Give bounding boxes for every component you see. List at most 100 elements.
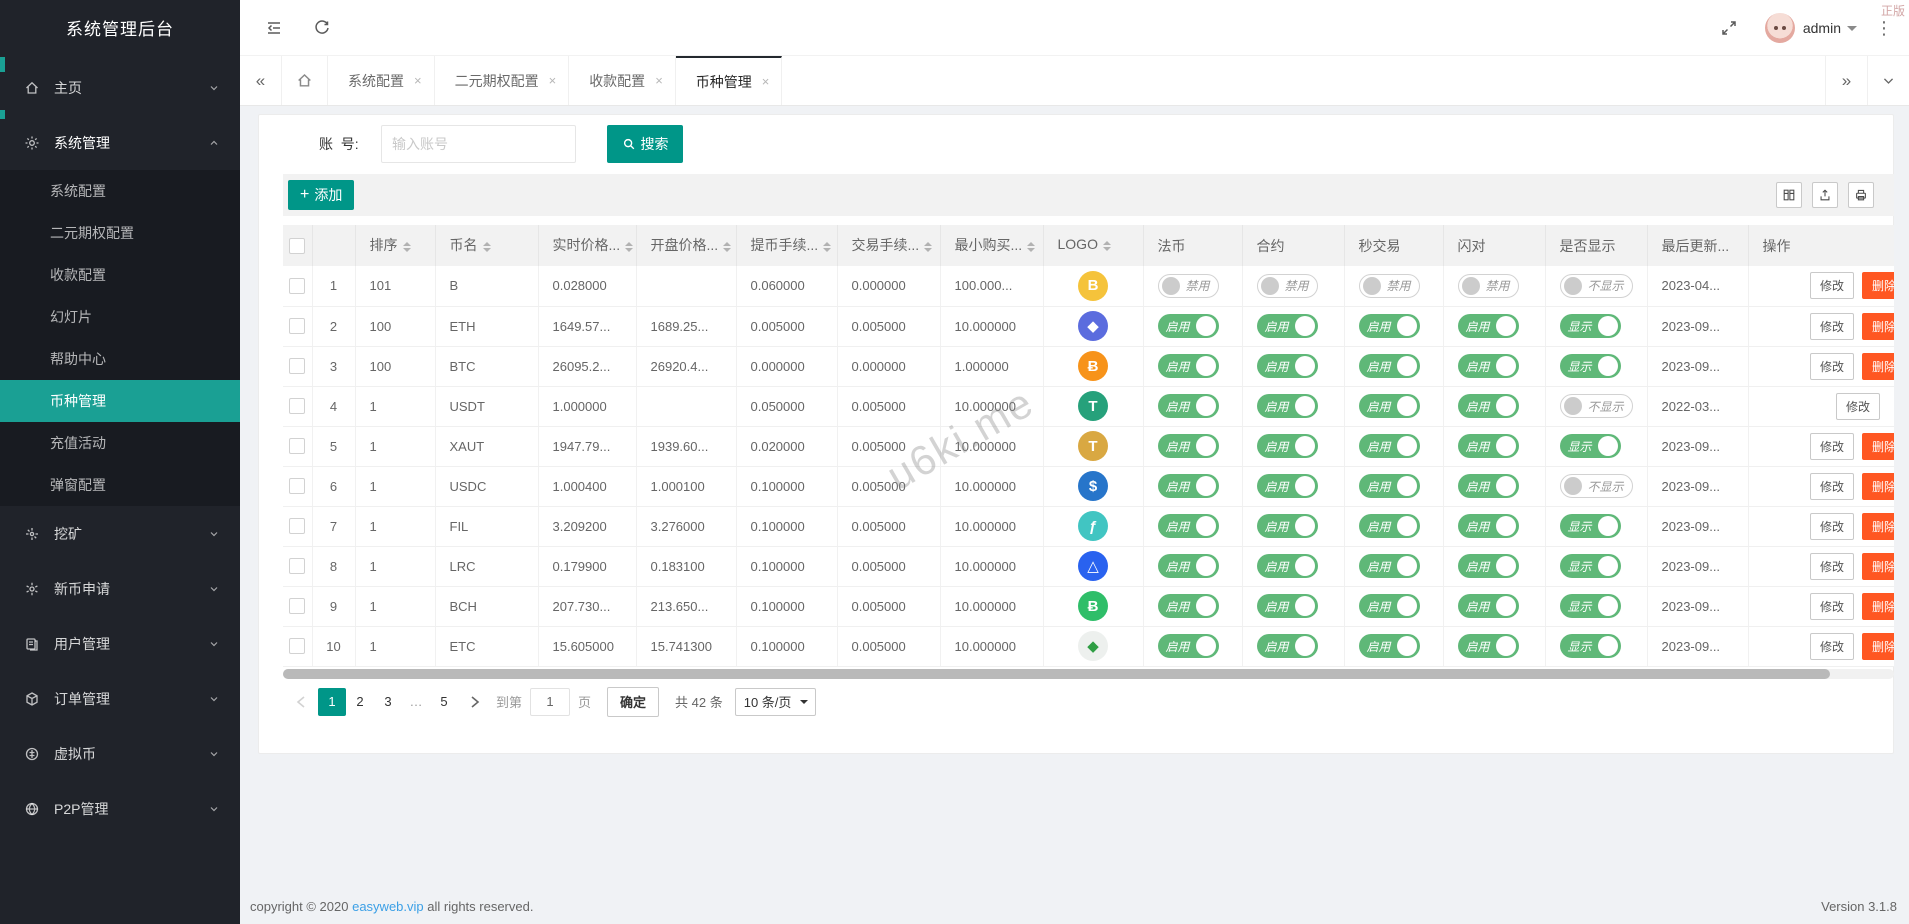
- toggle-contract[interactable]: 启用: [1256, 634, 1318, 658]
- toggle-fiat[interactable]: 启用: [1157, 394, 1219, 418]
- sort-icon[interactable]: [482, 238, 491, 256]
- goto-page-input[interactable]: [530, 687, 571, 716]
- next-page-button[interactable]: [462, 688, 488, 716]
- tab-home[interactable]: [282, 56, 328, 105]
- sort-icon[interactable]: [924, 238, 933, 256]
- toggle-flash-exchange[interactable]: 禁用: [1457, 273, 1519, 298]
- tab-binary-option-config[interactable]: 二元期权配置 ×: [435, 56, 570, 105]
- sort-icon[interactable]: [823, 238, 832, 256]
- sort-icon[interactable]: [402, 238, 411, 256]
- toggle-flash-exchange[interactable]: 启用: [1457, 474, 1519, 498]
- toggle-contract[interactable]: 启用: [1256, 354, 1318, 378]
- sidebar-item-system[interactable]: 系统管理: [0, 115, 240, 170]
- tabs-scroll-right-button[interactable]: »: [1825, 56, 1867, 105]
- page-button[interactable]: 2: [346, 688, 374, 716]
- toggle-visible[interactable]: 显示: [1559, 554, 1621, 578]
- confirm-button[interactable]: 确定: [607, 686, 660, 717]
- sidebar-item-p2p[interactable]: P2P管理: [0, 781, 240, 836]
- toggle-visible[interactable]: 显示: [1559, 354, 1621, 378]
- toggle-flash-exchange[interactable]: 启用: [1457, 354, 1519, 378]
- toggle-seconds-trade[interactable]: 启用: [1358, 594, 1420, 618]
- edit-button[interactable]: 修改: [1809, 312, 1854, 340]
- toggle-contract[interactable]: 启用: [1256, 554, 1318, 578]
- edit-button[interactable]: 修改: [1809, 512, 1854, 540]
- toggle-fiat[interactable]: 禁用: [1157, 273, 1219, 298]
- delete-button[interactable]: 删除: [1862, 472, 1894, 500]
- toggle-seconds-trade[interactable]: 启用: [1358, 354, 1420, 378]
- per-page-select[interactable]: 10 条/页: [734, 687, 817, 716]
- sidebar-subitem-binary-option-config[interactable]: 二元期权配置: [0, 212, 240, 254]
- page-button[interactable]: 3: [374, 688, 402, 716]
- page-button[interactable]: 1: [318, 687, 346, 716]
- toggle-contract[interactable]: 启用: [1256, 314, 1318, 338]
- delete-button[interactable]: 删除: [1862, 312, 1894, 340]
- sort-icon[interactable]: [1027, 238, 1036, 256]
- kebab-menu-icon[interactable]: ⋮: [1875, 19, 1893, 37]
- delete-button[interactable]: 删除: [1862, 432, 1894, 460]
- close-icon[interactable]: ×: [549, 73, 557, 88]
- refresh-icon[interactable]: [312, 18, 332, 38]
- sidebar-item-users[interactable]: 用户管理: [0, 616, 240, 671]
- prev-page-button[interactable]: [288, 688, 314, 716]
- collapse-menu-icon[interactable]: [264, 18, 284, 38]
- toggle-contract[interactable]: 启用: [1256, 514, 1318, 538]
- delete-button[interactable]: 删除: [1862, 632, 1894, 660]
- toggle-flash-exchange[interactable]: 启用: [1457, 434, 1519, 458]
- sidebar-item-orders[interactable]: 订单管理: [0, 671, 240, 726]
- row-checkbox[interactable]: [289, 518, 306, 535]
- toggle-contract[interactable]: 禁用: [1256, 273, 1318, 298]
- scrollbar-thumb[interactable]: [283, 668, 1830, 679]
- edit-button[interactable]: 修改: [1835, 392, 1880, 420]
- sort-icon[interactable]: [625, 238, 634, 256]
- row-checkbox[interactable]: [289, 638, 306, 655]
- toggle-seconds-trade[interactable]: 启用: [1358, 514, 1420, 538]
- sidebar-subitem-coin-management[interactable]: 币种管理: [0, 380, 240, 422]
- row-checkbox[interactable]: [289, 598, 306, 615]
- row-checkbox[interactable]: [289, 278, 306, 295]
- sort-icon[interactable]: [723, 238, 732, 256]
- row-checkbox[interactable]: [289, 318, 306, 335]
- toggle-seconds-trade[interactable]: 启用: [1358, 434, 1420, 458]
- edit-button[interactable]: 修改: [1809, 272, 1854, 300]
- edit-button[interactable]: 修改: [1809, 552, 1854, 580]
- toggle-contract[interactable]: 启用: [1256, 394, 1318, 418]
- toggle-flash-exchange[interactable]: 启用: [1457, 554, 1519, 578]
- toggle-fiat[interactable]: 启用: [1157, 594, 1219, 618]
- toggle-contract[interactable]: 启用: [1256, 594, 1318, 618]
- sidebar-subitem-slides[interactable]: 幻灯片: [0, 296, 240, 338]
- sidebar-item-virtual-coin[interactable]: 虚拟币: [0, 726, 240, 781]
- user-menu[interactable]: admin: [1803, 20, 1841, 36]
- toggle-seconds-trade[interactable]: 启用: [1358, 474, 1420, 498]
- toggle-flash-exchange[interactable]: 启用: [1457, 394, 1519, 418]
- columns-filter-button[interactable]: [1776, 182, 1802, 208]
- delete-button[interactable]: 删除: [1862, 272, 1894, 300]
- edit-button[interactable]: 修改: [1809, 472, 1854, 500]
- row-checkbox[interactable]: [289, 558, 306, 575]
- toggle-visible[interactable]: 显示: [1559, 514, 1621, 538]
- close-icon[interactable]: ×: [762, 74, 770, 89]
- export-button[interactable]: [1812, 182, 1838, 208]
- tab-system-config[interactable]: 系统配置 ×: [328, 56, 435, 105]
- horizontal-scrollbar[interactable]: [283, 668, 1894, 679]
- delete-button[interactable]: 删除: [1862, 352, 1894, 380]
- toggle-fiat[interactable]: 启用: [1157, 634, 1219, 658]
- toggle-fiat[interactable]: 启用: [1157, 474, 1219, 498]
- toggle-flash-exchange[interactable]: 启用: [1457, 594, 1519, 618]
- toggle-visible[interactable]: 显示: [1559, 434, 1621, 458]
- sidebar-subitem-help-center[interactable]: 帮助中心: [0, 338, 240, 380]
- edit-button[interactable]: 修改: [1809, 632, 1854, 660]
- sidebar-item-new-coin[interactable]: 新币申请: [0, 561, 240, 616]
- avatar[interactable]: [1764, 12, 1795, 43]
- fullscreen-icon[interactable]: [1719, 18, 1739, 38]
- toggle-flash-exchange[interactable]: 启用: [1457, 634, 1519, 658]
- page-button[interactable]: 5: [430, 688, 458, 716]
- toggle-seconds-trade[interactable]: 启用: [1358, 314, 1420, 338]
- tabs-scroll-left-button[interactable]: «: [240, 56, 282, 105]
- toggle-fiat[interactable]: 启用: [1157, 314, 1219, 338]
- toggle-seconds-trade[interactable]: 启用: [1358, 634, 1420, 658]
- sort-icon[interactable]: [1102, 237, 1111, 255]
- close-icon[interactable]: ×: [414, 73, 422, 88]
- toggle-contract[interactable]: 启用: [1256, 474, 1318, 498]
- delete-button[interactable]: 删除: [1862, 512, 1894, 540]
- edit-button[interactable]: 修改: [1809, 352, 1854, 380]
